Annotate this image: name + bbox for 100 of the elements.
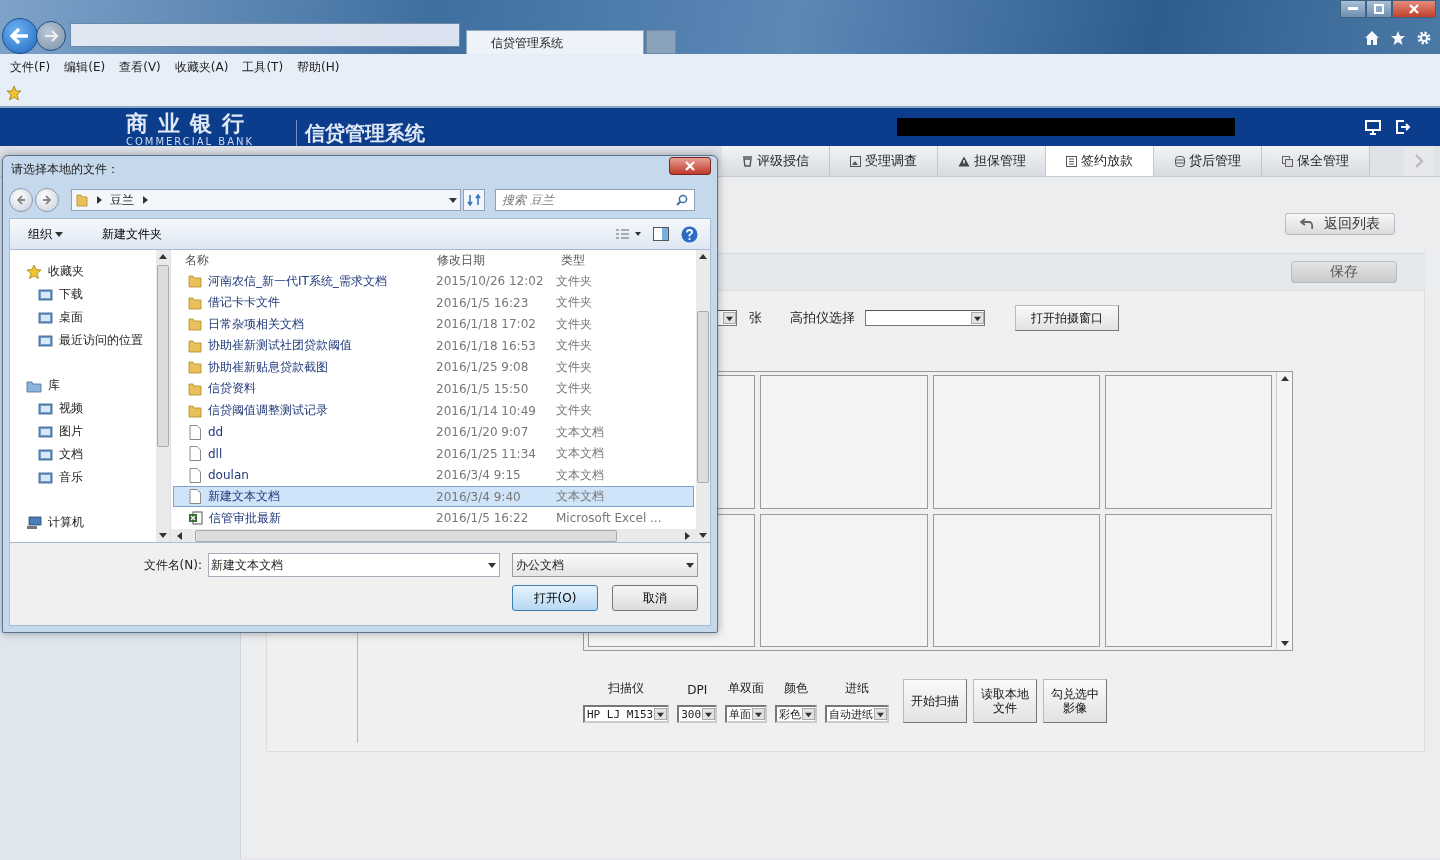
scanner-option-select[interactable]: 自动进纸 xyxy=(825,705,890,723)
arrow-right-icon xyxy=(44,30,58,42)
menu-item[interactable]: 查看(V) xyxy=(113,58,169,76)
file-row[interactable]: doulan 2016/3/4 9:15 文本文档 xyxy=(173,464,694,486)
file-row[interactable]: 信贷资料 2016/1/5 15:50 文件夹 xyxy=(173,378,694,400)
view-list-icon[interactable] xyxy=(615,228,641,240)
menu-item[interactable]: 编辑(E) xyxy=(58,58,114,76)
module-tab[interactable]: 评级授信 xyxy=(722,146,830,176)
menu-item[interactable]: 帮助(H) xyxy=(291,58,348,76)
nav-item[interactable]: 音乐 xyxy=(10,466,156,489)
search-field[interactable]: 搜索 豆兰 xyxy=(495,189,695,211)
menu-item[interactable]: 文件(F) xyxy=(4,58,59,76)
back-button[interactable] xyxy=(9,188,33,212)
dropdown-arrow-icon xyxy=(805,710,813,718)
file-row[interactable]: 信管审批最新 2016/1/5 16:22 Microsoft Excel ... xyxy=(173,507,694,530)
nav-item[interactable]: 计算机 xyxy=(10,511,156,534)
address-field[interactable] xyxy=(70,23,460,47)
image-slot[interactable] xyxy=(932,375,1100,509)
module-tab[interactable]: 贷后管理 xyxy=(1154,146,1262,176)
back-to-list-button[interactable]: 返回列表 xyxy=(1285,213,1395,235)
close-button[interactable] xyxy=(1392,0,1436,18)
monitor-icon[interactable] xyxy=(1365,119,1381,135)
scanner-action-button[interactable]: 读取本地文件 xyxy=(973,679,1038,723)
arrow-left-icon xyxy=(10,27,30,45)
scrollbar[interactable] xyxy=(156,250,170,542)
maximize-button[interactable] xyxy=(1366,0,1392,18)
camera-select[interactable] xyxy=(865,310,985,326)
scanner-option-select[interactable]: 300 xyxy=(677,705,718,723)
dropdown-arrow-icon xyxy=(726,314,733,322)
close-button[interactable] xyxy=(669,157,711,175)
scroll-up-arrow-icon xyxy=(699,253,707,261)
forward-button[interactable] xyxy=(35,188,59,212)
nav-item[interactable]: 最近访问的位置 xyxy=(10,329,156,352)
menu-item[interactable]: 收藏夹(A) xyxy=(168,58,237,76)
refresh-button[interactable] xyxy=(463,189,485,211)
file-row[interactable]: 新建文本文档 2016/3/4 9:40 文本文档 xyxy=(173,485,694,508)
nav-item[interactable]: 文档 xyxy=(10,443,156,466)
scanner-option-select[interactable]: 彩色 xyxy=(775,705,818,723)
path-bar[interactable]: 豆兰 xyxy=(71,189,461,211)
image-slot[interactable] xyxy=(1104,375,1272,509)
scrollbar[interactable] xyxy=(696,250,710,542)
open-button[interactable]: 打开(O) xyxy=(512,585,598,611)
settings-icon[interactable] xyxy=(1416,30,1432,46)
module-tab[interactable]: 签约放款 xyxy=(1046,146,1154,176)
image-slot[interactable] xyxy=(1104,513,1272,647)
scrollbar[interactable] xyxy=(171,529,696,543)
forward-button[interactable] xyxy=(36,21,66,51)
image-slot[interactable] xyxy=(760,375,928,509)
file-row[interactable]: dd 2016/1/20 9:07 文本文档 xyxy=(173,421,694,443)
column-header[interactable]: 名称 xyxy=(171,251,433,269)
nav-item[interactable]: 图片 xyxy=(10,420,156,443)
frame-icon xyxy=(38,287,53,302)
dropdown-arrow-icon xyxy=(686,561,694,569)
path-segment[interactable]: 豆兰 xyxy=(110,191,134,209)
file-row[interactable]: 借记卡卡文件 2016/1/5 16:23 文件夹 xyxy=(173,292,694,314)
text-file-icon xyxy=(188,446,202,462)
cancel-button[interactable]: 取消 xyxy=(612,585,698,611)
file-row[interactable]: 日常杂项相关文档 2016/1/18 17:02 文件夹 xyxy=(173,313,694,336)
scanner-action-button[interactable]: 勾兑选中影像 xyxy=(1043,679,1108,723)
image-slot[interactable] xyxy=(760,513,928,647)
file-row[interactable]: 河南农信_新一代IT系统_需求文档 2015/10/26 12:02 文件夹 xyxy=(173,270,694,292)
minimize-button[interactable] xyxy=(1340,0,1366,18)
help-icon[interactable] xyxy=(681,225,698,243)
nav-item[interactable]: 库 xyxy=(10,374,156,397)
star-icon[interactable] xyxy=(6,85,22,101)
module-tab[interactable]: 受理调查 xyxy=(830,146,938,176)
nav-item[interactable]: 桌面 xyxy=(10,306,156,329)
menu-item[interactable]: 工具(T) xyxy=(236,58,292,76)
filename-field[interactable]: 新建文本文档 xyxy=(208,553,500,577)
back-button[interactable] xyxy=(2,18,38,54)
minimize-icon xyxy=(1348,7,1358,11)
star-icon[interactable] xyxy=(1390,30,1406,46)
new-folder-button[interactable]: 新建文件夹 xyxy=(96,225,168,243)
scroll-right-arrow-icon xyxy=(683,531,691,540)
organize-menu-button[interactable]: 组织 xyxy=(22,225,72,243)
file-row[interactable]: 协助崔新贴息贷款截图 2016/1/25 9:08 文件夹 xyxy=(173,356,694,379)
home-icon[interactable] xyxy=(1364,30,1380,46)
file-row[interactable]: 协助崔新测试社团贷款阈值 2016/1/18 16:53 文件夹 xyxy=(173,335,694,357)
save-button[interactable]: 保存 xyxy=(1291,261,1397,283)
file-row[interactable]: dll 2016/1/25 11:34 文本文档 xyxy=(173,442,694,465)
module-tab[interactable]: 保全管理 xyxy=(1262,146,1370,176)
file-row[interactable]: 信贷阈值调整测试记录 2016/1/14 10:49 文件夹 xyxy=(173,399,694,422)
preview-pane-icon[interactable] xyxy=(653,227,669,241)
nav-item[interactable]: 下载 xyxy=(10,283,156,306)
column-header[interactable]: 类型 xyxy=(557,251,691,269)
nav-item[interactable]: 视频 xyxy=(10,397,156,420)
text-file-icon xyxy=(188,424,202,440)
scanner-option-select[interactable]: 单面 xyxy=(725,705,768,723)
scrollbar[interactable] xyxy=(1276,372,1292,650)
scanner-action-button[interactable]: 开始扫描 xyxy=(903,679,968,723)
browser-tab[interactable]: 信贷管理系统 xyxy=(466,30,644,54)
bank-name-english: COMMERCIAL BANK xyxy=(125,136,255,148)
scanner-option-select[interactable]: HP LJ M153 xyxy=(583,705,670,723)
file-type-select[interactable]: 办公文档 xyxy=(512,553,698,577)
column-header[interactable]: 修改日期 xyxy=(433,251,557,269)
logout-icon[interactable] xyxy=(1395,119,1411,135)
image-slot[interactable] xyxy=(932,513,1100,647)
nav-item[interactable]: 收藏夹 xyxy=(10,260,156,283)
module-tab[interactable]: 担保管理 xyxy=(938,146,1046,176)
open-camera-button[interactable]: 打开拍摄窗口 xyxy=(1015,305,1119,331)
